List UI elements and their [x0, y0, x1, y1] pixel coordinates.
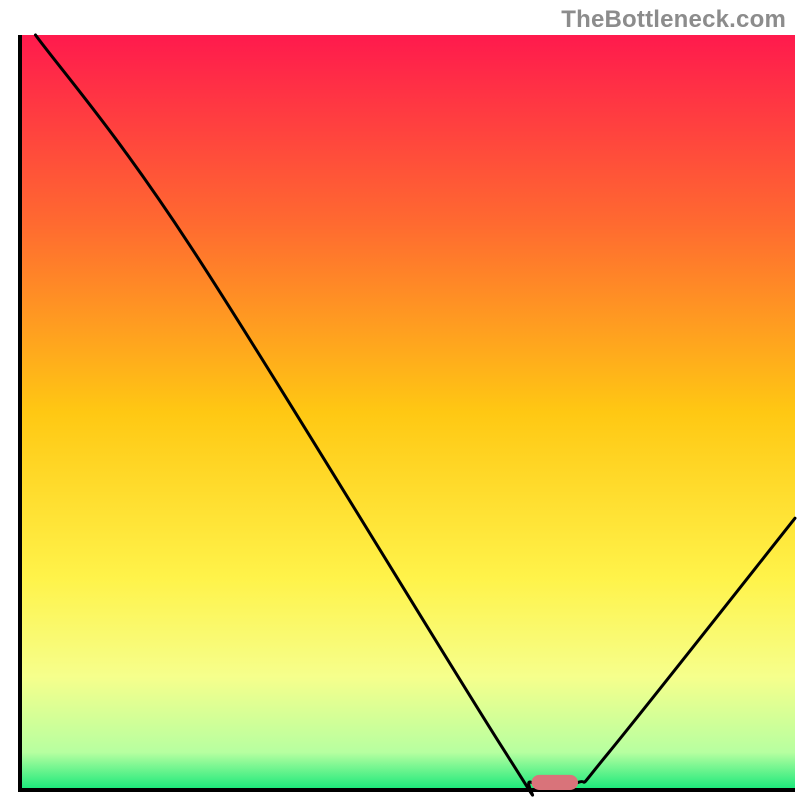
bottleneck-chart [0, 0, 800, 800]
chart-container: TheBottleneck.com [0, 0, 800, 800]
sweet-spot-marker [532, 775, 579, 790]
chart-background [20, 35, 795, 790]
watermark-text: TheBottleneck.com [561, 6, 786, 34]
